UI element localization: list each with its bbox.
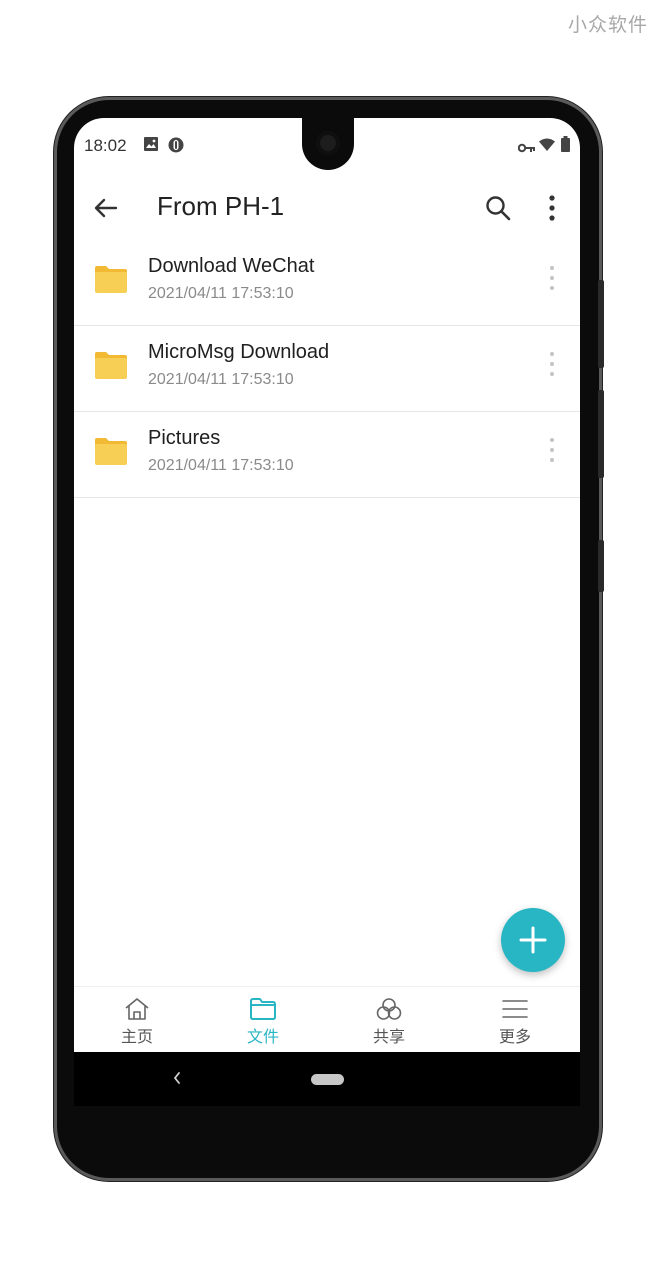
back-button[interactable] [92, 194, 120, 227]
front-camera [316, 131, 340, 155]
app-bar: From PH-1 [74, 182, 580, 238]
side-button [598, 390, 604, 478]
system-back-button[interactable] [172, 1070, 182, 1091]
wifi-icon [539, 138, 555, 156]
add-fab-button[interactable] [501, 908, 565, 972]
battery-icon [561, 136, 570, 157]
circle-badge-icon [168, 137, 184, 158]
plus-icon [519, 926, 547, 954]
file-date: 2021/04/11 17:53:10 [148, 285, 294, 302]
folder-icon [94, 436, 128, 471]
camera-notch [302, 118, 354, 170]
share-rings-icon [376, 998, 402, 1020]
list-item[interactable]: Pictures 2021/04/11 17:53:10 [74, 412, 580, 498]
status-time: 18:02 [84, 136, 127, 155]
nav-item-home[interactable]: 主页 [74, 987, 200, 1053]
search-button[interactable] [484, 194, 512, 227]
nav-label: 主页 [120, 1027, 153, 1046]
phone-screen: 18:02 From PH-1 Download WeChat 2021/04/… [74, 118, 580, 1106]
side-button [598, 280, 604, 368]
overflow-menu-button[interactable] [542, 194, 562, 227]
file-date: 2021/04/11 17:53:10 [148, 457, 294, 474]
side-button [598, 540, 604, 592]
vpn-key-icon [517, 140, 536, 158]
folder-icon [250, 998, 276, 1020]
item-menu-button[interactable] [542, 436, 562, 469]
list-item[interactable]: MicroMsg Download 2021/04/11 17:53:10 [74, 326, 580, 412]
menu-icon [502, 1000, 528, 1018]
chevron-left-icon [173, 1072, 180, 1084]
image-icon [144, 137, 158, 156]
system-home-pill[interactable] [311, 1074, 344, 1085]
nav-item-more[interactable]: 更多 [452, 987, 578, 1053]
more-vert-icon [550, 266, 554, 290]
nav-label: 文件 [246, 1027, 279, 1046]
nav-label: 更多 [498, 1027, 531, 1046]
item-menu-button[interactable] [542, 264, 562, 297]
folder-icon [94, 264, 128, 299]
search-icon [486, 196, 511, 221]
file-name: Pictures [148, 427, 221, 449]
more-vert-icon [550, 438, 554, 462]
folder-icon [94, 350, 128, 385]
file-date: 2021/04/11 17:53:10 [148, 371, 294, 388]
page-title: From PH-1 [157, 191, 285, 221]
more-vert-icon [549, 195, 555, 221]
file-name: Download WeChat [148, 255, 315, 277]
nav-item-share[interactable]: 共享 [326, 987, 452, 1053]
arrow-left-icon [94, 198, 118, 218]
system-navigation-bar [74, 1052, 580, 1106]
nav-item-files[interactable]: 文件 [200, 987, 326, 1053]
list-item[interactable]: Download WeChat 2021/04/11 17:53:10 [74, 240, 580, 326]
more-vert-icon [550, 352, 554, 376]
file-name: MicroMsg Download [148, 341, 330, 363]
phone-frame: 18:02 From PH-1 Download WeChat 2021/04/… [57, 100, 604, 1178]
file-list: Download WeChat 2021/04/11 17:53:10 Micr… [74, 240, 580, 498]
nav-label: 共享 [372, 1027, 405, 1046]
bottom-navigation: 主页 文件 共享 更多 [74, 986, 580, 1053]
home-icon [125, 998, 149, 1020]
watermark-text: 小众软件 [567, 14, 648, 36]
item-menu-button[interactable] [542, 350, 562, 383]
